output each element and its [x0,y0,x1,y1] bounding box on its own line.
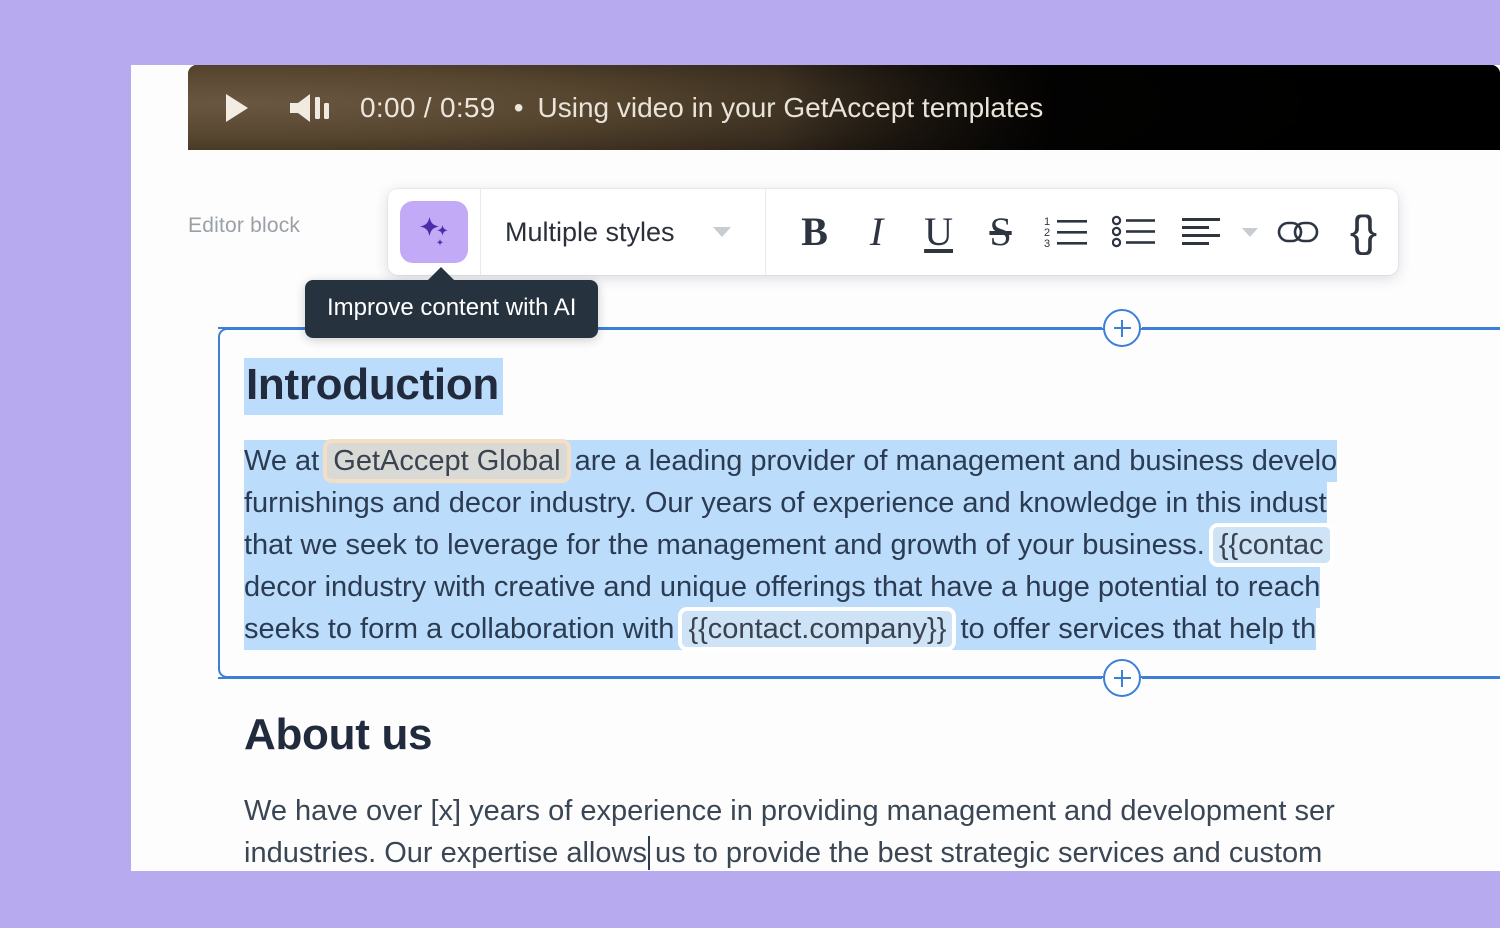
text-cursor [648,836,650,870]
text-run: that we seek to leverage for the managem… [244,529,1213,561]
svg-text:3: 3 [1044,238,1050,250]
link-button[interactable] [1264,201,1332,263]
heading-introduction[interactable]: Introduction [244,358,504,415]
add-block-divider-bottom-right [1142,677,1500,679]
italic-icon: I [869,209,884,254]
ordered-list-button[interactable]: 1 2 3 [1032,201,1100,263]
ordered-list-icon: 1 2 3 [1044,216,1087,250]
text-run: We have over [x] years of experience in … [244,795,1335,827]
paragraph-about-us[interactable]: We have over [x] years of experience in … [244,790,1500,874]
strikethrough-button[interactable]: S [970,201,1032,263]
underline-icon: U [924,209,953,254]
variable-chip-contact-company[interactable]: {{contact.company}} [682,611,953,647]
formatting-toolbar: Multiple styles B I U S 1 2 3 {} [388,189,1398,275]
paragraph-line: seeks to form a collaboration with {{con… [244,608,1317,650]
add-block-below-button[interactable] [1103,659,1141,697]
app-stage: 0:00 / 0:59 • Using video in your GetAcc… [0,0,1500,928]
text-run: industries. Our expertise allows us to p… [244,837,1323,869]
ai-tooltip: Improve content with AI [305,267,599,338]
add-block-divider-top-right [1142,327,1500,329]
variable-chip-company[interactable]: GetAccept Global [327,443,567,479]
variable-chip-contact[interactable]: {{contac [1212,527,1330,563]
paragraph-line: We have over [x] years of experience in … [244,790,1335,832]
align-dropdown-button[interactable] [1236,201,1264,263]
bulleted-list-button[interactable] [1100,201,1168,263]
heading-about-us[interactable]: About us [244,710,433,760]
document-body: Introduction We at GetAccept Global are … [0,0,1500,928]
text-run: seeks to form a collaboration with [244,613,683,645]
text-run: to offer services that help th [952,613,1317,645]
add-block-divider-bottom [218,677,1102,679]
bold-icon: B [801,209,828,254]
paragraph-line: furnishings and decor industry. Our year… [244,482,1327,524]
paragraph-line: decor industry with creative and unique … [244,566,1321,608]
bold-button[interactable]: B [784,201,846,263]
style-dropdown-value: Multiple styles [505,216,675,247]
paragraph-line: that we seek to leverage for the managem… [244,524,1330,566]
strikethrough-icon: S [989,209,1012,254]
paragraph-introduction[interactable]: We at GetAccept Global are a leading pro… [244,440,1500,650]
ai-tooltip-text: Improve content with AI [327,294,577,321]
add-block-above-button[interactable] [1103,309,1141,347]
style-dropdown[interactable]: Multiple styles [481,189,753,275]
text-run: furnishings and decor industry. Our year… [244,487,1327,519]
paragraph-line: We at GetAccept Global are a leading pro… [244,440,1338,482]
curly-braces-icon: {} [1349,207,1377,256]
sparkles-icon[interactable] [400,201,468,263]
paragraph-line: industries. Our expertise allows us to p… [244,832,1322,874]
align-button[interactable] [1168,201,1236,263]
bulleted-list-icon [1111,215,1155,248]
tooltip-arrow [427,267,455,281]
text-run: are a leading provider of management and… [566,445,1338,477]
italic-button[interactable]: I [846,201,908,263]
chevron-down-icon [712,227,731,237]
link-icon [1277,221,1318,243]
toolbar-tools: B I U S 1 2 3 {} [766,189,1394,275]
text-run: We at [244,445,328,477]
text-run: decor industry with creative and unique … [244,571,1321,603]
chevron-down-icon [1241,227,1258,237]
underline-button[interactable]: U [908,201,970,263]
align-left-icon [1181,218,1220,245]
variable-button[interactable]: {} [1332,201,1394,263]
